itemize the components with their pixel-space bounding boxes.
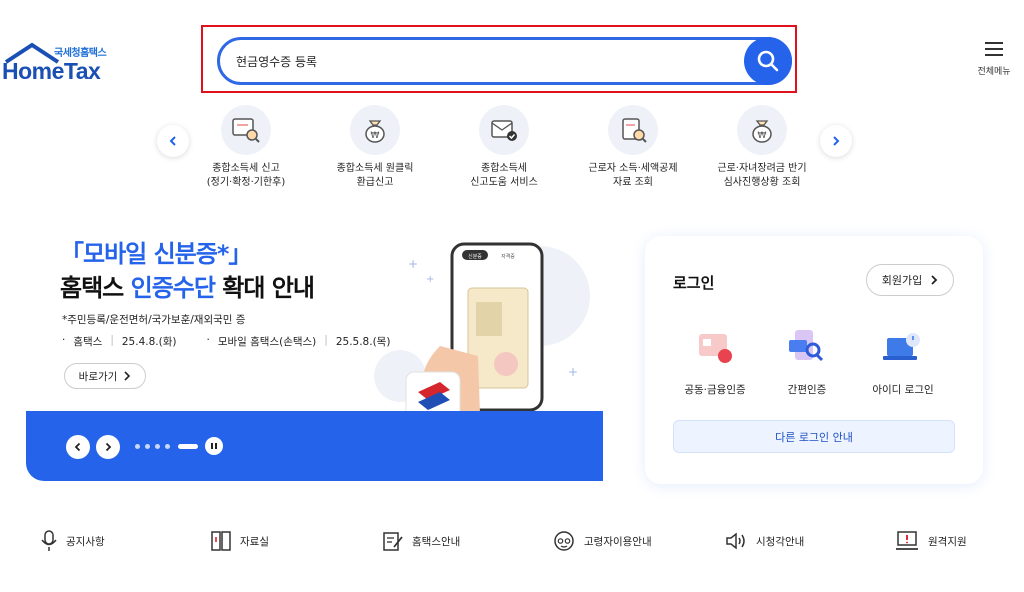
- other-login-guide-button[interactable]: 다른 로그인 안내: [673, 420, 955, 453]
- logo-title: HomeTax: [2, 58, 101, 84]
- service-item-income-tax-filing[interactable]: 종합소득세 신고 (정기·확정·기한후): [181, 105, 311, 190]
- service-label: 종합소득세 신고 (정기·확정·기한후): [206, 163, 286, 188]
- laptop-power-icon: [883, 333, 920, 360]
- banner-title-line1: 「모바일 신분증*」: [60, 240, 252, 268]
- full-menu-button[interactable]: 전체메뉴: [972, 42, 1016, 82]
- service-label: 종합소득세 원클릭 환급신고: [336, 163, 414, 188]
- svg-text:자격증: 자격증: [501, 253, 515, 260]
- certificate-card-icon: [699, 334, 732, 363]
- quicklink-remote-support[interactable]: 원격지원: [894, 528, 967, 554]
- quicklink-notice[interactable]: 공지사항: [40, 528, 105, 554]
- service-item-filing-help[interactable]: 종합소득세 신고도움 서비스: [439, 105, 569, 190]
- tax-mail-check-icon: [479, 105, 529, 155]
- chevron-right-icon: [105, 442, 112, 452]
- chevron-left-icon: [169, 136, 176, 146]
- chevron-right-icon: [833, 136, 840, 146]
- login-option-id[interactable]: 아이디 로그인: [858, 328, 948, 397]
- signup-button[interactable]: 회원가입: [866, 264, 954, 296]
- quicklink-hometax-guide[interactable]: 홈택스안내: [382, 528, 460, 554]
- quicklink-archive[interactable]: 자료실: [210, 528, 269, 554]
- money-bag-icon: ₩: [350, 105, 400, 155]
- banner-title-line2: 홈택스 인증수단 확대 안내: [60, 274, 315, 302]
- clipboard-search-icon: [608, 105, 658, 155]
- hometax-logo[interactable]: 국세청홈택스 HomeTax: [2, 40, 114, 84]
- service-item-deduction-data[interactable]: 근로자 소득·세액공제 자료 조회: [568, 105, 698, 190]
- search-input[interactable]: [236, 50, 716, 72]
- banner-pause-button[interactable]: [205, 437, 223, 455]
- svg-text:₩: ₩: [758, 131, 767, 141]
- banner-next-button[interactable]: [96, 435, 120, 459]
- banner-dates: · 홈택스 | 25.4.8.(화) · 모바일 홈택스(손택스) | 25.5.8.(목): [62, 334, 391, 348]
- folder-icon: [211, 531, 231, 551]
- search-button[interactable]: [744, 37, 792, 85]
- hamburger-icon: [985, 42, 1003, 56]
- logo-subtitle: 국세청홈택스: [54, 48, 107, 59]
- banner-prev-button[interactable]: [66, 435, 90, 459]
- login-option-certificate[interactable]: 공동·금융인증: [670, 328, 760, 397]
- svg-text:₩: ₩: [371, 131, 380, 141]
- tax-document-search-icon: [221, 105, 271, 155]
- mobile-id-illustration: + + + 신분증 자격증: [374, 242, 590, 426]
- login-title: 로그인: [673, 274, 715, 292]
- banner-dot[interactable]: [145, 444, 150, 449]
- hometax-main-page: 국세청홈택스 HomeTax 전체메뉴 종합소득세 신고(정기·확정·기한후) …: [0, 0, 1024, 592]
- microphone-icon: [41, 530, 57, 551]
- money-bag-icon: ₩: [737, 105, 787, 155]
- banner-go-button[interactable]: 바로가기: [64, 363, 146, 389]
- search-icon: [757, 50, 779, 72]
- service-label: 종합소득세 신고도움 서비스: [470, 163, 538, 188]
- chevron-left-icon: [74, 442, 81, 452]
- banner-dot-active[interactable]: [178, 444, 198, 449]
- svg-text:+: +: [568, 365, 578, 379]
- banner-dot[interactable]: [165, 444, 170, 449]
- banner-dot[interactable]: [135, 444, 140, 449]
- full-menu-label: 전체메뉴: [977, 67, 1011, 77]
- banner-note: *주민등록/운전면허/국가보훈/재외국민 증: [62, 314, 246, 326]
- quicklink-elderly-guide[interactable]: 고령자이용안내: [552, 528, 652, 554]
- service-item-oneclick-refund[interactable]: ₩ 종합소득세 원클릭 환급신고: [310, 105, 440, 190]
- chevron-right-icon: [124, 371, 131, 381]
- pause-icon: [211, 443, 217, 449]
- login-option-simple[interactable]: 간편인증: [762, 328, 852, 397]
- svg-text:+: +: [408, 257, 418, 271]
- service-item-incentive-status[interactable]: ₩ 근로·자녀장려금 반기 심사진행상황 조회: [697, 105, 827, 190]
- banner-dot[interactable]: [155, 444, 160, 449]
- svg-text:신분증: 신분증: [468, 253, 482, 260]
- quicklink-audiovisual-guide[interactable]: 시청각안내: [724, 528, 804, 554]
- service-label: 근로자 소득·세액공제 자료 조회: [588, 163, 678, 188]
- search-box: [217, 37, 792, 85]
- note-pen-icon: [383, 532, 403, 551]
- remote-monitor-icon: [896, 531, 918, 550]
- service-label: 근로·자녀장려금 반기 심사진행상황 조회: [717, 163, 807, 188]
- chevron-right-icon: [931, 275, 938, 285]
- elder-face-icon: [554, 531, 574, 551]
- svg-text:+: +: [426, 274, 434, 285]
- phone-search-icon: [789, 330, 824, 362]
- speaker-icon: [726, 532, 745, 550]
